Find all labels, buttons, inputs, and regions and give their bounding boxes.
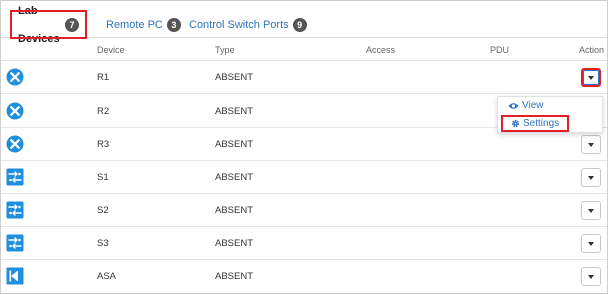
device-type: ABSENT <box>215 205 254 216</box>
menu-item-view[interactable]: View <box>508 100 544 111</box>
header-action: Action <box>579 45 605 55</box>
firewall-icon <box>6 267 24 285</box>
table-row: ASA ABSENT <box>1 260 607 293</box>
device-name: R1 <box>97 72 110 83</box>
chevron-down-icon <box>588 241 594 246</box>
device-type: ABSENT <box>215 106 254 117</box>
eye-icon <box>508 102 519 109</box>
chevron-down-icon <box>588 175 594 180</box>
table-row: S2 ABSENT <box>1 194 607 227</box>
action-dropdown-button[interactable] <box>581 68 601 87</box>
device-type: ABSENT <box>215 172 254 183</box>
action-dropdown-button[interactable] <box>581 168 601 187</box>
table-row: S3 ABSENT <box>1 227 607 260</box>
device-name: S1 <box>97 172 109 183</box>
tab-label: Control Switch Ports <box>189 19 289 31</box>
lab-devices-panel: Lab Devices 7 Remote PC 3 Control Switch… <box>0 0 608 294</box>
tab-count-badge: 7 <box>65 18 79 32</box>
device-name: R3 <box>97 139 110 150</box>
action-dropdown-button[interactable] <box>581 267 601 286</box>
tab-bar: Lab Devices 7 Remote PC 3 Control Switch… <box>1 1 607 45</box>
device-type: ABSENT <box>215 271 254 282</box>
tab-remote-pc[interactable]: Remote PC 3 <box>100 11 187 39</box>
table-row: S1 ABSENT <box>1 161 607 194</box>
device-type: ABSENT <box>215 72 254 83</box>
table-row: R1 ABSENT <box>1 61 607 94</box>
device-type: ABSENT <box>215 238 254 249</box>
tab-count-badge: 3 <box>166 18 181 32</box>
chevron-down-icon <box>588 142 594 147</box>
tab-count-badge: 9 <box>292 18 307 32</box>
action-dropdown-button[interactable] <box>581 135 601 154</box>
switch-icon <box>6 234 24 252</box>
switch-icon <box>6 201 24 219</box>
header-type: Type <box>215 45 235 55</box>
router-icon <box>6 102 24 120</box>
device-name: ASA <box>97 271 117 282</box>
chevron-down-icon <box>588 75 594 80</box>
router-icon <box>6 135 24 153</box>
chevron-down-icon <box>588 274 594 279</box>
tab-label: Remote PC <box>106 19 163 31</box>
header-pdu: PDU <box>490 45 510 55</box>
gear-icon <box>511 119 520 128</box>
menu-item-settings[interactable]: Settings <box>501 115 570 132</box>
router-icon <box>6 68 24 86</box>
device-name: S2 <box>97 205 109 216</box>
chevron-down-icon <box>588 208 594 213</box>
device-name: S3 <box>97 238 109 249</box>
action-dropdown-button[interactable] <box>581 234 601 253</box>
tab-lab-devices[interactable]: Lab Devices 7 <box>10 5 87 45</box>
header-device: Device <box>97 45 125 55</box>
table-header: Device Type Access PDU Action <box>1 39 607 61</box>
action-dropdown-menu: View Settings <box>497 96 603 133</box>
device-type: ABSENT <box>215 139 254 150</box>
header-access: Access <box>366 45 396 55</box>
tab-control-switch-ports[interactable]: Control Switch Ports 9 <box>183 11 313 39</box>
menu-item-label: Settings <box>523 118 560 129</box>
switch-icon <box>6 168 24 186</box>
device-name: R2 <box>97 106 110 117</box>
action-dropdown-button[interactable] <box>581 201 601 220</box>
menu-item-label: View <box>522 100 544 111</box>
